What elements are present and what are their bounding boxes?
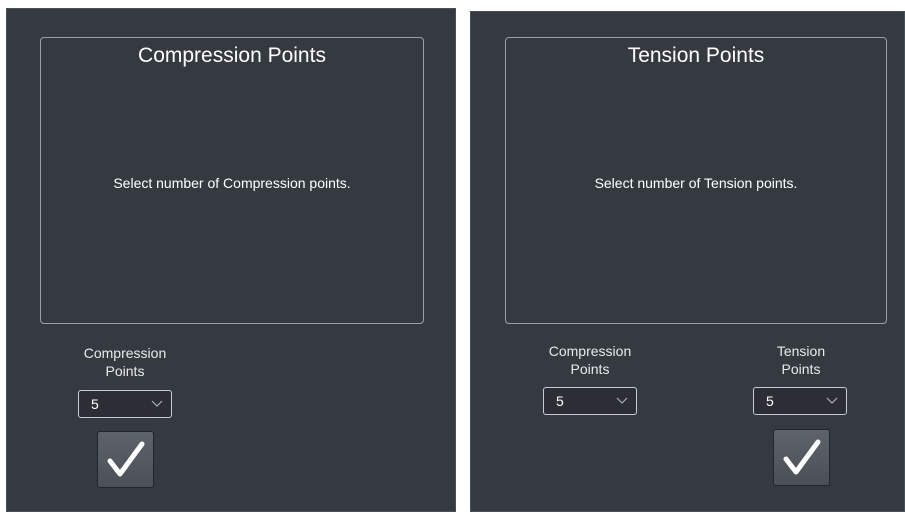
tension-points-panel: Tension Points Select number of Tension … [470, 11, 905, 512]
compression-points-title: Compression Points [138, 44, 326, 67]
tension-points-title: Tension Points [627, 44, 765, 67]
compression-points-select[interactable]: 5 [78, 390, 172, 418]
compression-label-line2: Points [105, 363, 145, 379]
tension-points-value: 5 [766, 393, 774, 409]
tension-label-line2: Points [781, 361, 821, 377]
confirm-compression-button[interactable] [97, 431, 154, 488]
tension-points-label: Tension Points [741, 342, 861, 378]
chevron-down-icon [616, 397, 628, 404]
compression-points-value: 5 [91, 396, 99, 412]
tension-points-select[interactable]: 5 [753, 387, 847, 415]
compression-instruction-text: Select number of Compression points. [113, 175, 351, 191]
confirm-tension-button[interactable] [773, 429, 830, 486]
compression-points-panel: Compression Points Select number of Comp… [6, 8, 456, 512]
tension-info-box: Tension Points Select number of Tension … [505, 37, 887, 324]
compression-label-line1: Compression [83, 345, 167, 361]
compression-points-label: Compression Points [65, 344, 185, 380]
checkmark-icon [783, 439, 821, 475]
compression-info-box: Compression Points Select number of Comp… [40, 37, 424, 324]
compression-points-select[interactable]: 5 [543, 387, 637, 415]
tension-label-line1: Tension [776, 343, 826, 359]
tension-instruction-text: Select number of Tension points. [594, 175, 798, 191]
compression-label-line2: Points [570, 361, 610, 377]
compression-points-value: 5 [556, 393, 564, 409]
chevron-down-icon [826, 397, 838, 404]
compression-points-label: Compression Points [530, 342, 650, 378]
compression-label-line1: Compression [548, 343, 632, 359]
checkmark-icon [107, 441, 145, 477]
chevron-down-icon [151, 400, 163, 407]
